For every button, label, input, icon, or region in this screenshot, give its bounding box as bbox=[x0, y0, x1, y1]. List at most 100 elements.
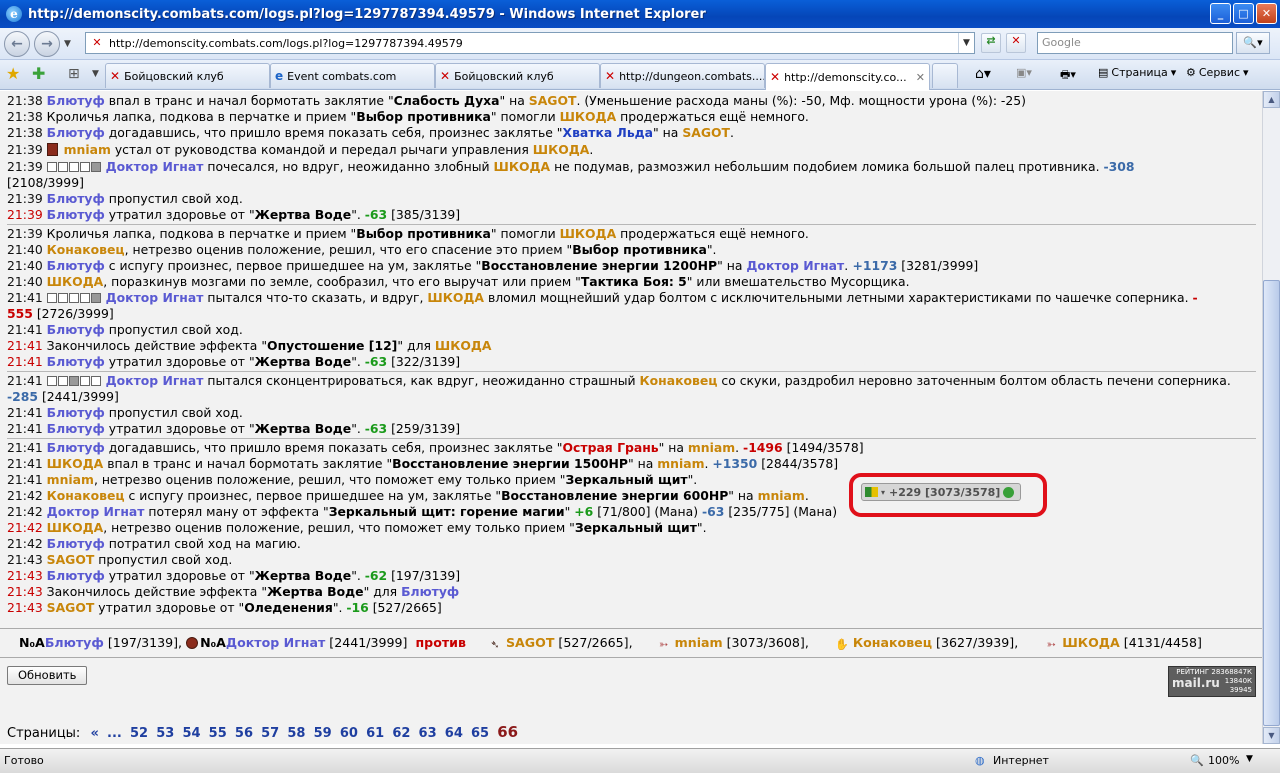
search-input[interactable]: Google bbox=[1037, 32, 1233, 54]
tab-label: Event combats.com bbox=[287, 69, 397, 83]
feeds-icon[interactable]: ▣▾ bbox=[1016, 66, 1032, 79]
tab-2[interactable]: e Event combats.com bbox=[270, 63, 435, 88]
search-icon[interactable]: 🔍▾ bbox=[1236, 32, 1270, 54]
tab-1[interactable]: ✕ Бойцовский клуб bbox=[105, 63, 270, 88]
log-line: 21:41 Блютуф догадавшись, что пришло вре… bbox=[7, 440, 864, 455]
log-line: 21:42 ШКОДА, нетрезво оценив положение, … bbox=[7, 520, 707, 535]
page-link[interactable]: 65 bbox=[471, 726, 489, 741]
team-member[interactable]: ✋ Конаковец [3627/3939], bbox=[831, 635, 1018, 651]
zoom-level[interactable]: 100% bbox=[1208, 754, 1239, 767]
team-member[interactable]: ➴ SAGOT [527/2665], bbox=[484, 635, 632, 651]
history-dropdown-icon[interactable]: ▼ bbox=[64, 39, 71, 49]
refresh-button[interactable]: Обновить bbox=[7, 666, 88, 685]
log-line: 21:39 mniam устал от руководства командо… bbox=[7, 142, 594, 157]
log-line: 21:41 Блютуф утратил здоровье от "Жертва… bbox=[7, 354, 461, 369]
page-link[interactable]: 64 bbox=[445, 726, 463, 741]
title-bar: e http://demonscity.combats.com/logs.pl?… bbox=[0, 0, 1280, 28]
clan-emblem-icon bbox=[186, 637, 199, 649]
page-link[interactable]: 57 bbox=[261, 726, 279, 741]
team-member[interactable]: ➳ mniam [3073/3608], bbox=[653, 635, 809, 651]
print-icon[interactable]: 🖶▾ bbox=[1060, 66, 1076, 85]
battle-log: 21:38 Блютуф впал в транс и начал бормот… bbox=[0, 91, 1262, 616]
page-link[interactable]: 60 bbox=[340, 726, 358, 741]
page-menu[interactable]: ▤ Страница ▾ bbox=[1098, 66, 1176, 79]
url-dropdown-icon[interactable]: ▼ bbox=[958, 33, 974, 53]
pages-label: Страницы: bbox=[7, 726, 81, 741]
page-link[interactable]: 55 bbox=[209, 726, 227, 741]
ie-page-icon: e bbox=[275, 69, 284, 83]
log-line: 21:41 Блютуф утратил здоровье от "Жертва… bbox=[7, 421, 461, 436]
log-line: 21:41 Доктор Игнат пытался сконцентриров… bbox=[7, 373, 1231, 404]
clan-fish-icon: ➳ bbox=[659, 638, 669, 651]
tab-5-active[interactable]: ✕ http://demonscity.co... ✕ bbox=[765, 63, 930, 90]
scroll-thumb[interactable] bbox=[1263, 280, 1280, 726]
back-button[interactable]: ← bbox=[4, 30, 30, 57]
ie-logo-icon: e bbox=[6, 6, 22, 22]
page-ellipsis[interactable]: ... bbox=[107, 726, 122, 741]
page-prev[interactable]: « bbox=[90, 726, 98, 741]
refresh-icon[interactable]: ⇄ bbox=[981, 33, 1001, 53]
tab-favicon-icon: ✕ bbox=[110, 69, 121, 83]
maximize-button[interactable]: □ bbox=[1233, 3, 1254, 24]
close-window-button[interactable]: ✕ bbox=[1256, 3, 1277, 24]
team-member[interactable]: N₀AДоктор Игнат [2441/3999] bbox=[186, 635, 407, 650]
url-text[interactable]: http://demonscity.combats.com/logs.pl?lo… bbox=[109, 37, 958, 50]
log-line: 21:41 Блютуф пропустил свой ход. bbox=[7, 322, 243, 337]
page-link[interactable]: 61 bbox=[366, 726, 384, 741]
tab-label: http://dungeon.combats.... bbox=[619, 69, 765, 83]
page-content: 21:38 Блютуф впал в транс и начал бормот… bbox=[0, 91, 1262, 744]
team-member[interactable]: N₀AБлютуф [197/3139], bbox=[19, 635, 182, 650]
add-favorites-icon[interactable]: ✚ bbox=[32, 64, 45, 84]
tab-list-dropdown-icon[interactable]: ▼ bbox=[92, 64, 99, 84]
log-line: 21:43 Блютуф утратил здоровье от "Жертва… bbox=[7, 568, 461, 583]
page-link[interactable]: 63 bbox=[419, 726, 437, 741]
page-link[interactable]: 53 bbox=[156, 726, 174, 741]
site-favicon-icon: ✕ bbox=[92, 36, 102, 49]
log-line: 21:40 Блютуф с испугу произнес, первое п… bbox=[7, 258, 979, 273]
zoom-icon[interactable]: 🔍 bbox=[1190, 754, 1204, 767]
home-icon[interactable]: ⌂▾ bbox=[975, 66, 991, 82]
quick-tabs-icon[interactable]: ⊞ bbox=[68, 64, 80, 84]
mailru-counter[interactable]: РЕЙТИНГ 28368847К 13840К 39945 mail.ru bbox=[1168, 666, 1256, 697]
tab-label: Бойцовский клуб bbox=[124, 69, 224, 83]
page-link[interactable]: 52 bbox=[130, 726, 148, 741]
service-menu[interactable]: ⚙ Сервис ▾ bbox=[1186, 66, 1249, 79]
url-field[interactable]: ✕ http://demonscity.combats.com/logs.pl?… bbox=[85, 32, 975, 54]
close-tab-button[interactable]: ✕ bbox=[910, 71, 925, 84]
tab-label: http://demonscity.co... bbox=[784, 70, 907, 84]
scroll-up-icon[interactable]: ▲ bbox=[1263, 91, 1280, 108]
turn-separator bbox=[7, 371, 1256, 372]
log-line: 21:43 Закончилось действие эффекта "Жерт… bbox=[7, 584, 460, 599]
minimize-button[interactable]: _ bbox=[1210, 3, 1231, 24]
log-line: 21:41 mniam, нетрезво оценив положение, … bbox=[7, 472, 698, 487]
team-member[interactable]: ➳ ШКОДА [4131/4458] bbox=[1040, 635, 1202, 651]
tab-4[interactable]: ✕ http://dungeon.combats.... bbox=[600, 63, 765, 88]
tab-3[interactable]: ✕ Бойцовский клуб bbox=[435, 63, 600, 88]
versus-label: против bbox=[415, 635, 466, 650]
page-link[interactable]: 62 bbox=[392, 726, 410, 741]
new-tab-button[interactable] bbox=[932, 63, 958, 88]
page-link[interactable]: 54 bbox=[182, 726, 200, 741]
page-link[interactable]: 59 bbox=[314, 726, 332, 741]
vertical-scrollbar[interactable]: ▲ ▼ bbox=[1262, 91, 1280, 744]
log-line: 21:38 Блютуф впал в транс и начал бормот… bbox=[7, 93, 1026, 108]
window-title: http://demonscity.combats.com/logs.pl?lo… bbox=[28, 6, 706, 22]
log-line: 21:39 Кроличья лапка, подкова в перчатке… bbox=[7, 226, 809, 241]
mailru-logo: mail.ru bbox=[1172, 676, 1220, 690]
teams-summary: N₀AБлютуф [197/3139], N₀AДоктор Игнат [2… bbox=[0, 628, 1262, 658]
forward-button[interactable]: → bbox=[34, 30, 60, 57]
log-line: 21:38 Кроличья лапка, подкова в перчатке… bbox=[7, 109, 809, 124]
stop-icon[interactable]: ✕ bbox=[1006, 33, 1026, 53]
tab-favicon-icon: ✕ bbox=[770, 70, 781, 84]
address-bar: ← → ▼ ✕ http://demonscity.combats.com/lo… bbox=[0, 28, 1280, 60]
page-link[interactable]: 56 bbox=[235, 726, 253, 741]
pagination: Страницы: « ... 52 53 54 55 56 57 58 59 … bbox=[7, 723, 518, 741]
clan-fish-icon: ➳ bbox=[1046, 638, 1056, 651]
page-icon: ▤ bbox=[1098, 66, 1109, 79]
scroll-down-icon[interactable]: ▼ bbox=[1263, 727, 1280, 744]
highlight-annotation bbox=[849, 473, 1047, 517]
zoom-dropdown-icon[interactable]: ▼ bbox=[1246, 754, 1253, 764]
log-line: 21:43 SAGOT пропустил свой ход. bbox=[7, 552, 233, 567]
page-link[interactable]: 58 bbox=[287, 726, 305, 741]
favorites-star-icon[interactable]: ★ bbox=[6, 64, 20, 84]
